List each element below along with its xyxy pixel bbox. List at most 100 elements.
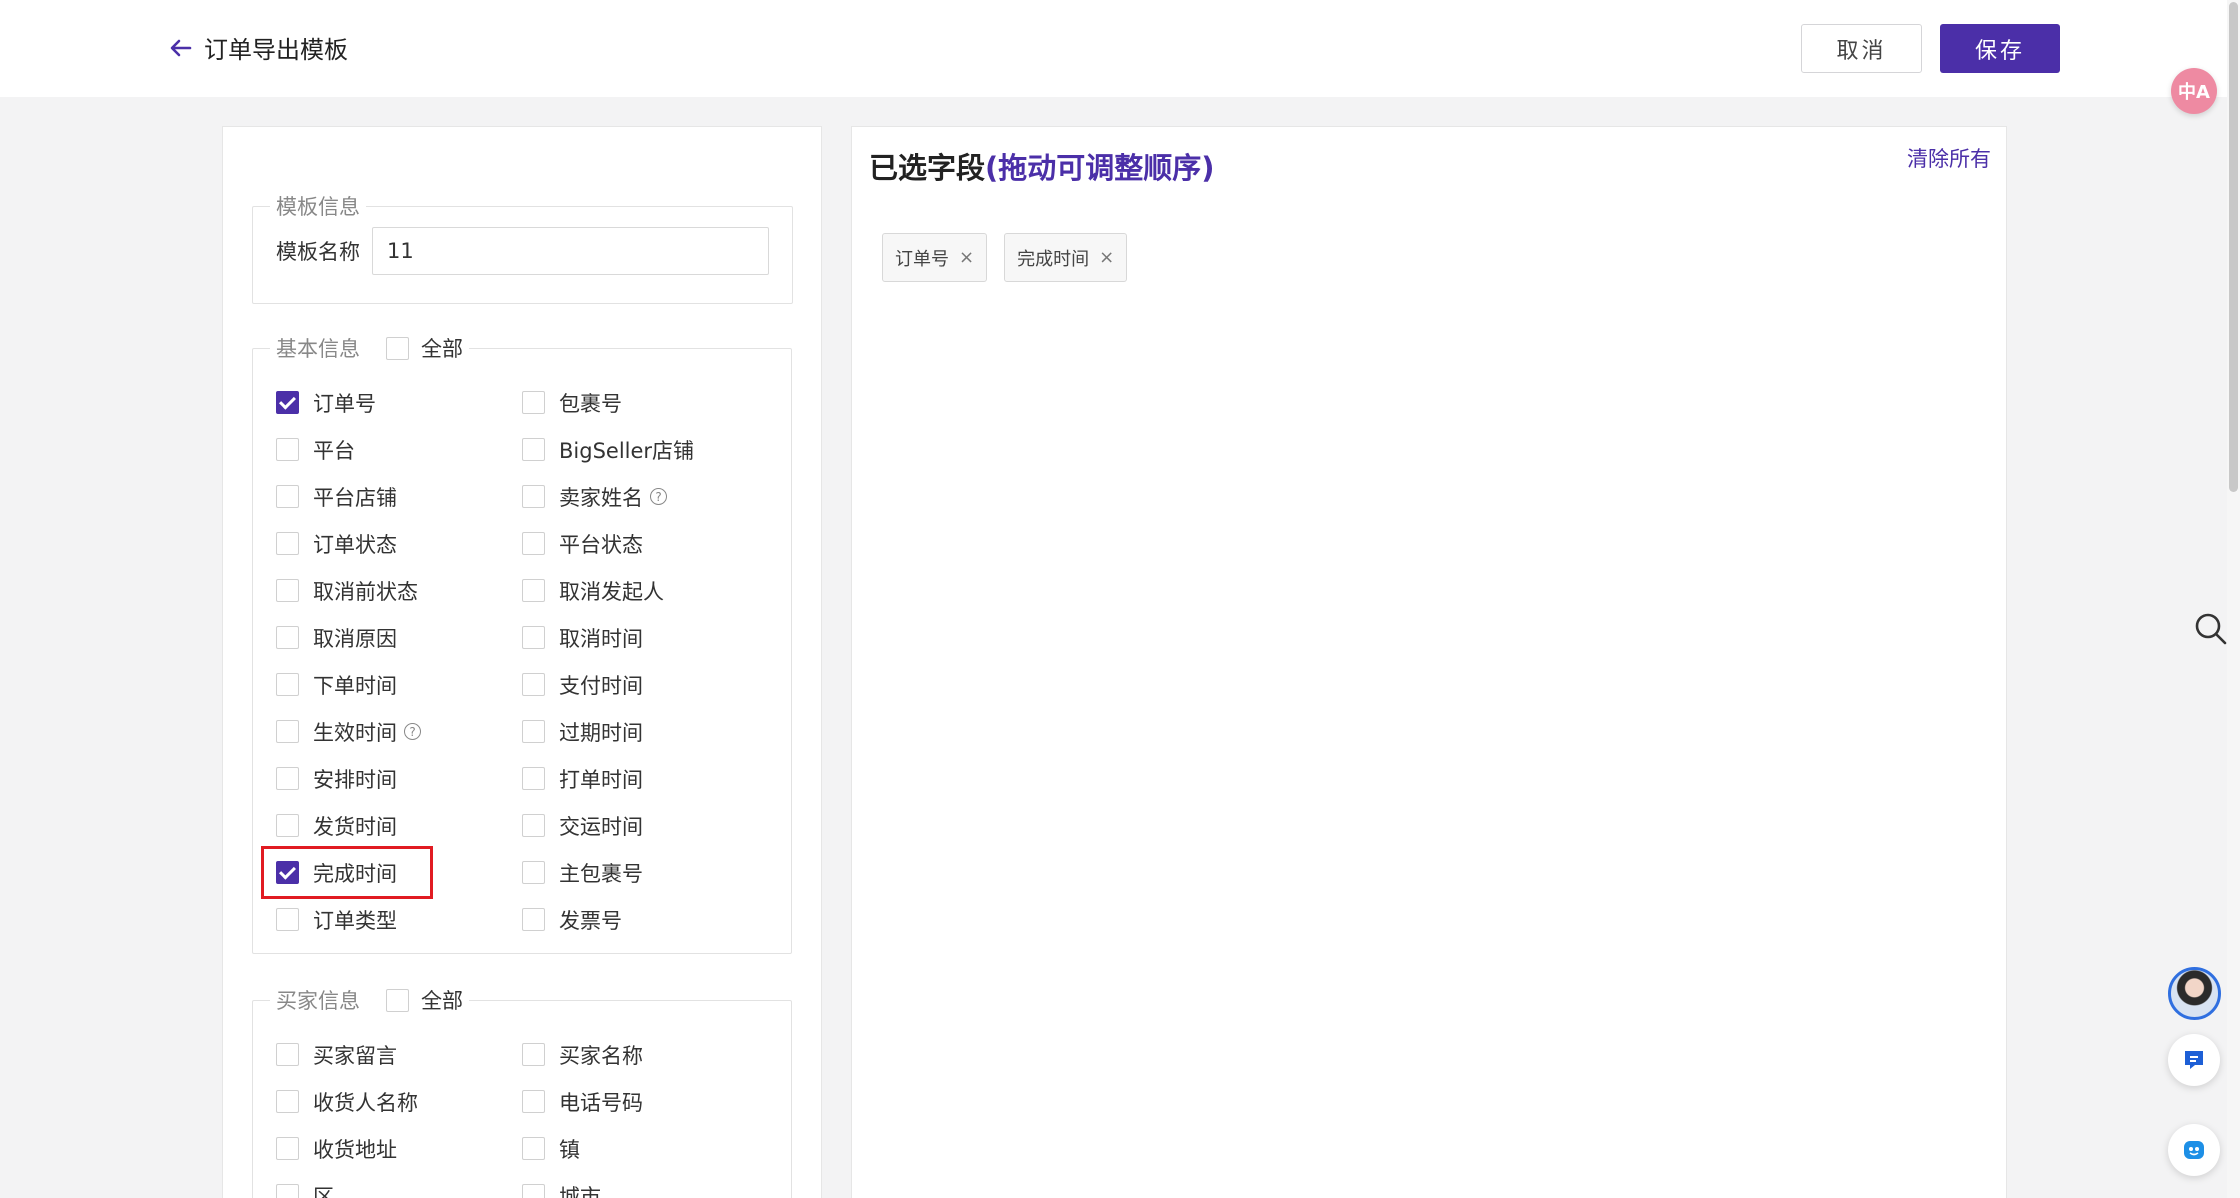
field-option-label: 发货时间 (313, 814, 397, 839)
back-button[interactable]: 订单导出模板 (166, 30, 348, 65)
checkbox[interactable] (276, 720, 299, 743)
field-selection-panel: 模板信息 模板名称 基本信息 全部 订单号 包裹号平台 BigSeller店铺平台店… (222, 126, 822, 1198)
field-option[interactable]: 订单状态 (276, 520, 522, 567)
checkbox[interactable] (522, 814, 545, 837)
checkbox[interactable] (522, 1090, 545, 1113)
template-name-label: 模板名称 (276, 240, 360, 264)
field-option-label: 镇 (559, 1137, 580, 1162)
chat-icon[interactable] (2168, 1034, 2220, 1086)
field-option[interactable]: 区 (276, 1172, 522, 1198)
checkbox[interactable] (522, 720, 545, 743)
scrollbar-thumb[interactable] (2229, 2, 2238, 492)
field-option[interactable]: 支付时间 (522, 661, 768, 708)
checkbox[interactable] (276, 1184, 299, 1198)
basic-info-select-all[interactable]: 全部 (386, 333, 463, 363)
selected-field-tag-label: 订单号 (895, 248, 949, 270)
field-option[interactable]: 买家留言 (276, 1031, 522, 1078)
field-option[interactable]: 发票号 (522, 896, 768, 943)
field-option[interactable]: 取消时间 (522, 614, 768, 661)
field-option[interactable]: 卖家姓名? (522, 473, 768, 520)
field-option[interactable]: 镇 (522, 1125, 768, 1172)
field-option[interactable]: 取消发起人 (522, 567, 768, 614)
field-option[interactable]: 打单时间 (522, 755, 768, 802)
checkbox[interactable] (522, 532, 545, 555)
field-option[interactable]: 取消原因 (276, 614, 522, 661)
field-option[interactable]: 发货时间 (276, 802, 522, 849)
translate-icon[interactable]: 中A (2171, 68, 2217, 114)
checkbox[interactable] (276, 626, 299, 649)
field-option[interactable]: 订单号 (276, 379, 522, 426)
field-option[interactable]: 平台状态 (522, 520, 768, 567)
field-option[interactable]: 订单类型 (276, 896, 522, 943)
selected-field-tag[interactable]: 订单号 × (882, 233, 988, 282)
support-agent-avatar[interactable] (2168, 967, 2221, 1020)
checkbox[interactable] (276, 438, 299, 461)
help-icon[interactable]: ? (650, 488, 667, 505)
field-option[interactable]: 主包裹号 (522, 849, 768, 896)
checkbox[interactable] (522, 861, 545, 884)
cancel-button[interactable]: 取消 (1801, 24, 1922, 73)
field-option[interactable]: 城市 (522, 1172, 768, 1198)
field-option[interactable]: 安排时间 (276, 755, 522, 802)
selected-fields-panel: 已选字段(拖动可调整顺序) 清除所有 订单号 × 完成时间 × (851, 126, 2007, 1198)
checkbox[interactable] (386, 336, 409, 360)
field-option[interactable]: 收货地址 (276, 1125, 522, 1172)
checkbox[interactable] (276, 1043, 299, 1066)
field-option[interactable]: 包裹号 (522, 379, 768, 426)
checkbox[interactable] (276, 673, 299, 696)
checkbox[interactable] (276, 485, 299, 508)
field-option[interactable]: 买家名称 (522, 1031, 768, 1078)
field-option-label: 平台店铺 (313, 485, 397, 510)
buyer-info-select-all[interactable]: 全部 (386, 985, 463, 1015)
checkbox[interactable] (522, 673, 545, 696)
field-option[interactable]: 过期时间 (522, 708, 768, 755)
selected-field-tag[interactable]: 完成时间 × (1004, 233, 1128, 282)
checkbox[interactable] (522, 438, 545, 461)
field-option-label: 包裹号 (559, 391, 622, 416)
page-scrollbar[interactable] (2227, 0, 2240, 1198)
field-option-label: 订单类型 (313, 908, 397, 933)
field-option-label: 取消时间 (559, 626, 643, 651)
field-option[interactable]: BigSeller店铺 (522, 426, 768, 473)
checkbox[interactable] (276, 579, 299, 602)
checkbox[interactable] (276, 532, 299, 555)
checkbox[interactable] (276, 814, 299, 837)
field-option-label: 取消原因 (313, 626, 397, 651)
field-option[interactable]: 下单时间 (276, 661, 522, 708)
checkbox[interactable] (386, 988, 409, 1012)
checkbox-checked[interactable] (276, 861, 299, 884)
field-option-label: 收货人名称 (313, 1090, 418, 1115)
checkbox[interactable] (276, 1090, 299, 1113)
checkbox[interactable] (522, 1137, 545, 1160)
selected-fields-title: 已选字段(拖动可调整顺序) (869, 151, 1215, 185)
checkbox[interactable] (276, 1137, 299, 1160)
checkbox[interactable] (276, 767, 299, 790)
assistant-icon[interactable] (2168, 1124, 2220, 1176)
checkbox[interactable] (522, 1184, 545, 1198)
checkbox[interactable] (522, 579, 545, 602)
field-option[interactable]: 平台 (276, 426, 522, 473)
help-icon[interactable]: ? (404, 723, 421, 740)
field-option[interactable]: 收货人名称 (276, 1078, 522, 1125)
remove-tag-icon[interactable]: × (959, 247, 974, 268)
arrow-left-icon (170, 39, 192, 56)
field-option[interactable]: 交运时间 (522, 802, 768, 849)
clear-all-link[interactable]: 清除所有 (1907, 143, 1991, 173)
field-option[interactable]: 平台店铺 (276, 473, 522, 520)
field-option[interactable]: 取消前状态 (276, 567, 522, 614)
template-name-input[interactable] (372, 227, 769, 275)
checkbox[interactable] (522, 391, 545, 414)
save-button[interactable]: 保存 (1940, 24, 2060, 73)
checkbox[interactable] (522, 767, 545, 790)
checkbox-checked[interactable] (276, 391, 299, 414)
checkbox[interactable] (522, 626, 545, 649)
remove-tag-icon[interactable]: × (1099, 247, 1114, 268)
field-option[interactable]: 生效时间? (276, 708, 522, 755)
checkbox[interactable] (522, 1043, 545, 1066)
checkbox[interactable] (522, 908, 545, 931)
search-icon[interactable] (2194, 612, 2228, 646)
field-option[interactable]: 电话号码 (522, 1078, 768, 1125)
checkbox[interactable] (522, 485, 545, 508)
checkbox[interactable] (276, 908, 299, 931)
field-option[interactable]: 完成时间 (261, 846, 433, 899)
